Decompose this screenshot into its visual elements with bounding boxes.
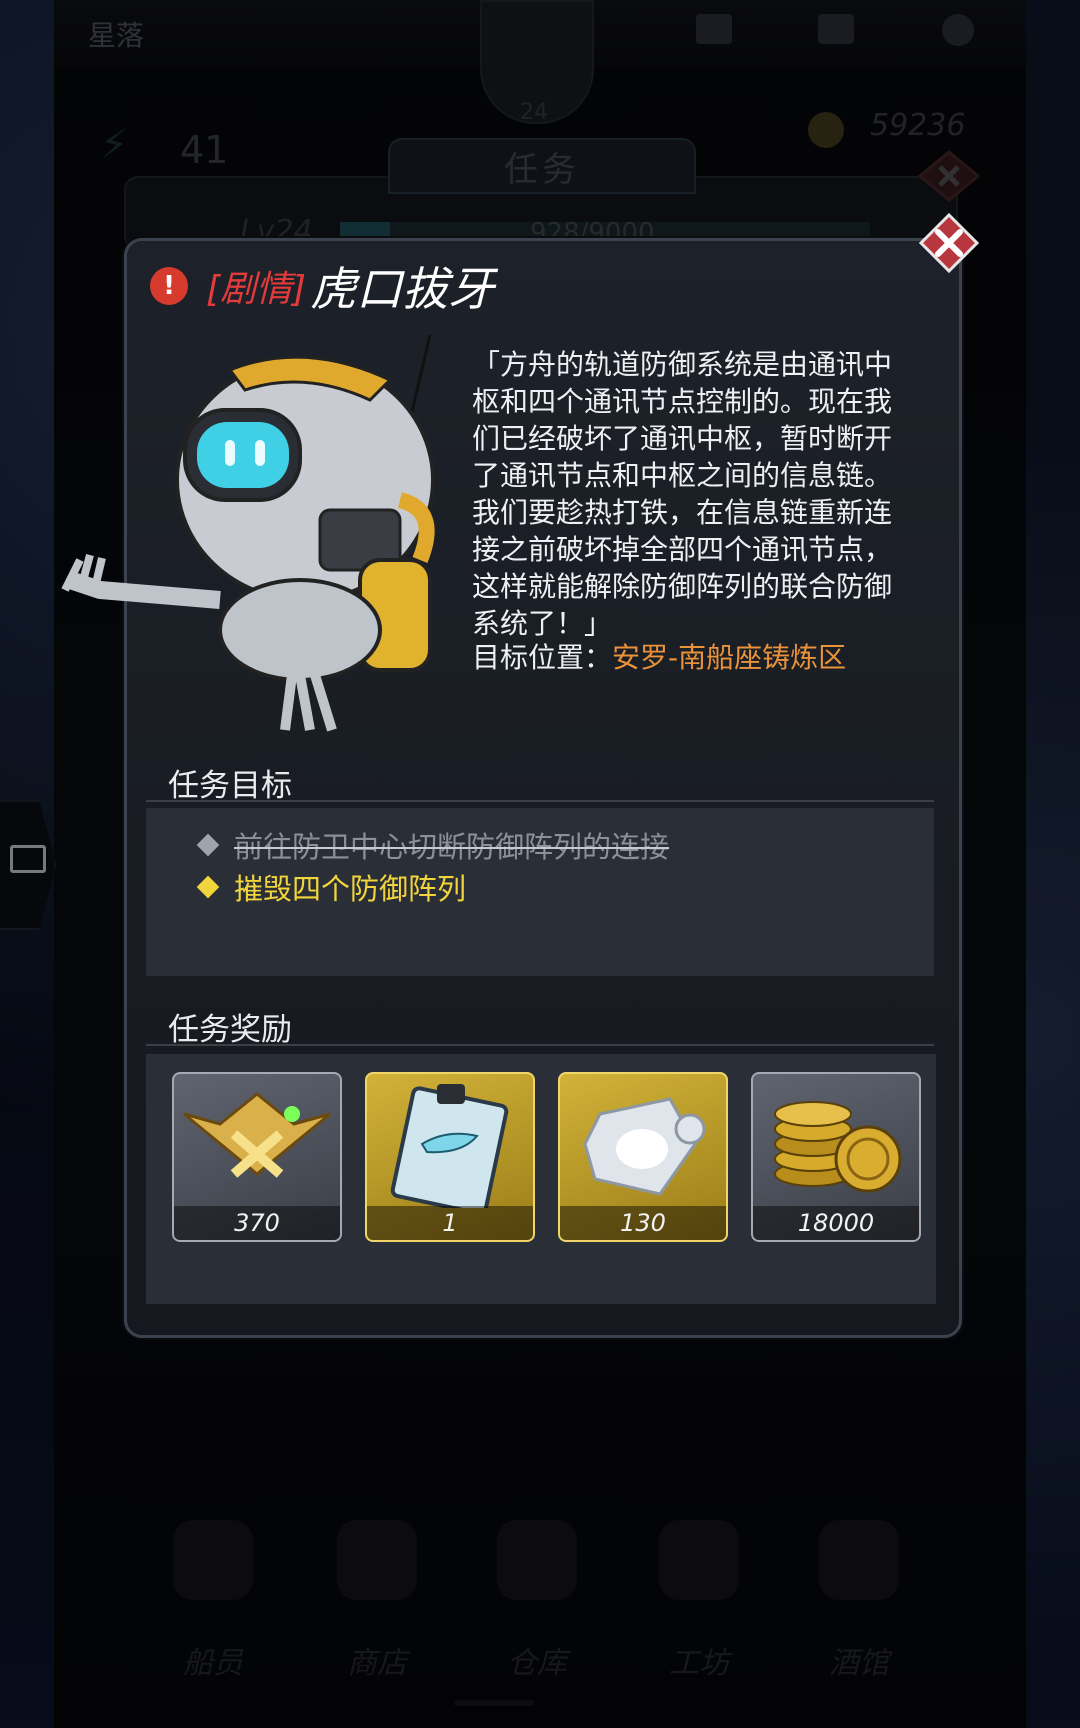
story-line: 这样就能解除防御阵列的联合防御 (472, 570, 893, 603)
reward-item[interactable]: 370 (172, 1072, 342, 1242)
target-location-row: 目标位置：安罗-南船座铸炼区 (472, 636, 846, 676)
reward-item[interactable]: 130 (558, 1072, 728, 1242)
target-location-link[interactable]: 安罗-南船座铸炼区 (612, 641, 846, 674)
quest-title-row: ! [剧情] 虎口拔牙 (150, 258, 494, 316)
target-label: 目标位置： (472, 641, 613, 674)
robot-portrait (61, 334, 435, 732)
rewards-heading: 任务奖励 (168, 1012, 292, 1048)
close-icon[interactable] (918, 212, 980, 274)
gold-coins-icon (774, 1101, 902, 1193)
rewards-divider (146, 1044, 934, 1046)
story-line: 了通讯节点和中枢之间的信息链。 (472, 459, 893, 492)
story-line: 们已经破坏了通讯中枢，暂时断开 (472, 422, 893, 455)
objective-item-active: 摧毁四个防御阵列 (196, 866, 467, 908)
objective-item-done: 前往防卫中心切断防御阵列的连接 (196, 824, 670, 866)
quest-type-tag: [剧情] (206, 269, 307, 310)
reward-qty: 18000 (753, 1206, 919, 1240)
reward-qty: 130 (560, 1206, 726, 1240)
reward-item[interactable]: 1 (365, 1072, 535, 1242)
blueprint-card-icon (390, 1084, 509, 1208)
alert-icon: ! (150, 267, 188, 305)
story-line: 接之前破坏掉全部四个通讯节点， (472, 533, 893, 566)
story-line: 枢和四个通讯节点控制的。现在我 (472, 385, 893, 418)
reward-qty: 370 (174, 1206, 340, 1240)
diamond-bullet-icon (196, 875, 220, 899)
objective-text: 前往防卫中心切断防御阵列的连接 (234, 830, 670, 864)
quest-story: 「方舟的轨道防御系统是由通讯中 枢和四个通讯节点控制的。现在我 们已经破坏了通讯… (472, 346, 942, 642)
reward-qty: 1 (367, 1206, 533, 1240)
diamond-bullet-icon (196, 833, 220, 857)
objectives-heading: 任务目标 (168, 768, 292, 804)
objectives-divider (146, 800, 934, 802)
rank-badge-icon (183, 1092, 331, 1178)
puzzle-fragment-icon (583, 1097, 706, 1196)
quest-title: 虎口拔牙 (310, 262, 495, 316)
story-line: 我们要趁热打铁，在信息链重新连 (472, 496, 893, 529)
story-line: 「方舟的轨道防御系统是由通讯中 (472, 348, 893, 381)
reward-item[interactable]: 18000 (751, 1072, 921, 1242)
objective-text: 摧毁四个防御阵列 (234, 872, 467, 906)
